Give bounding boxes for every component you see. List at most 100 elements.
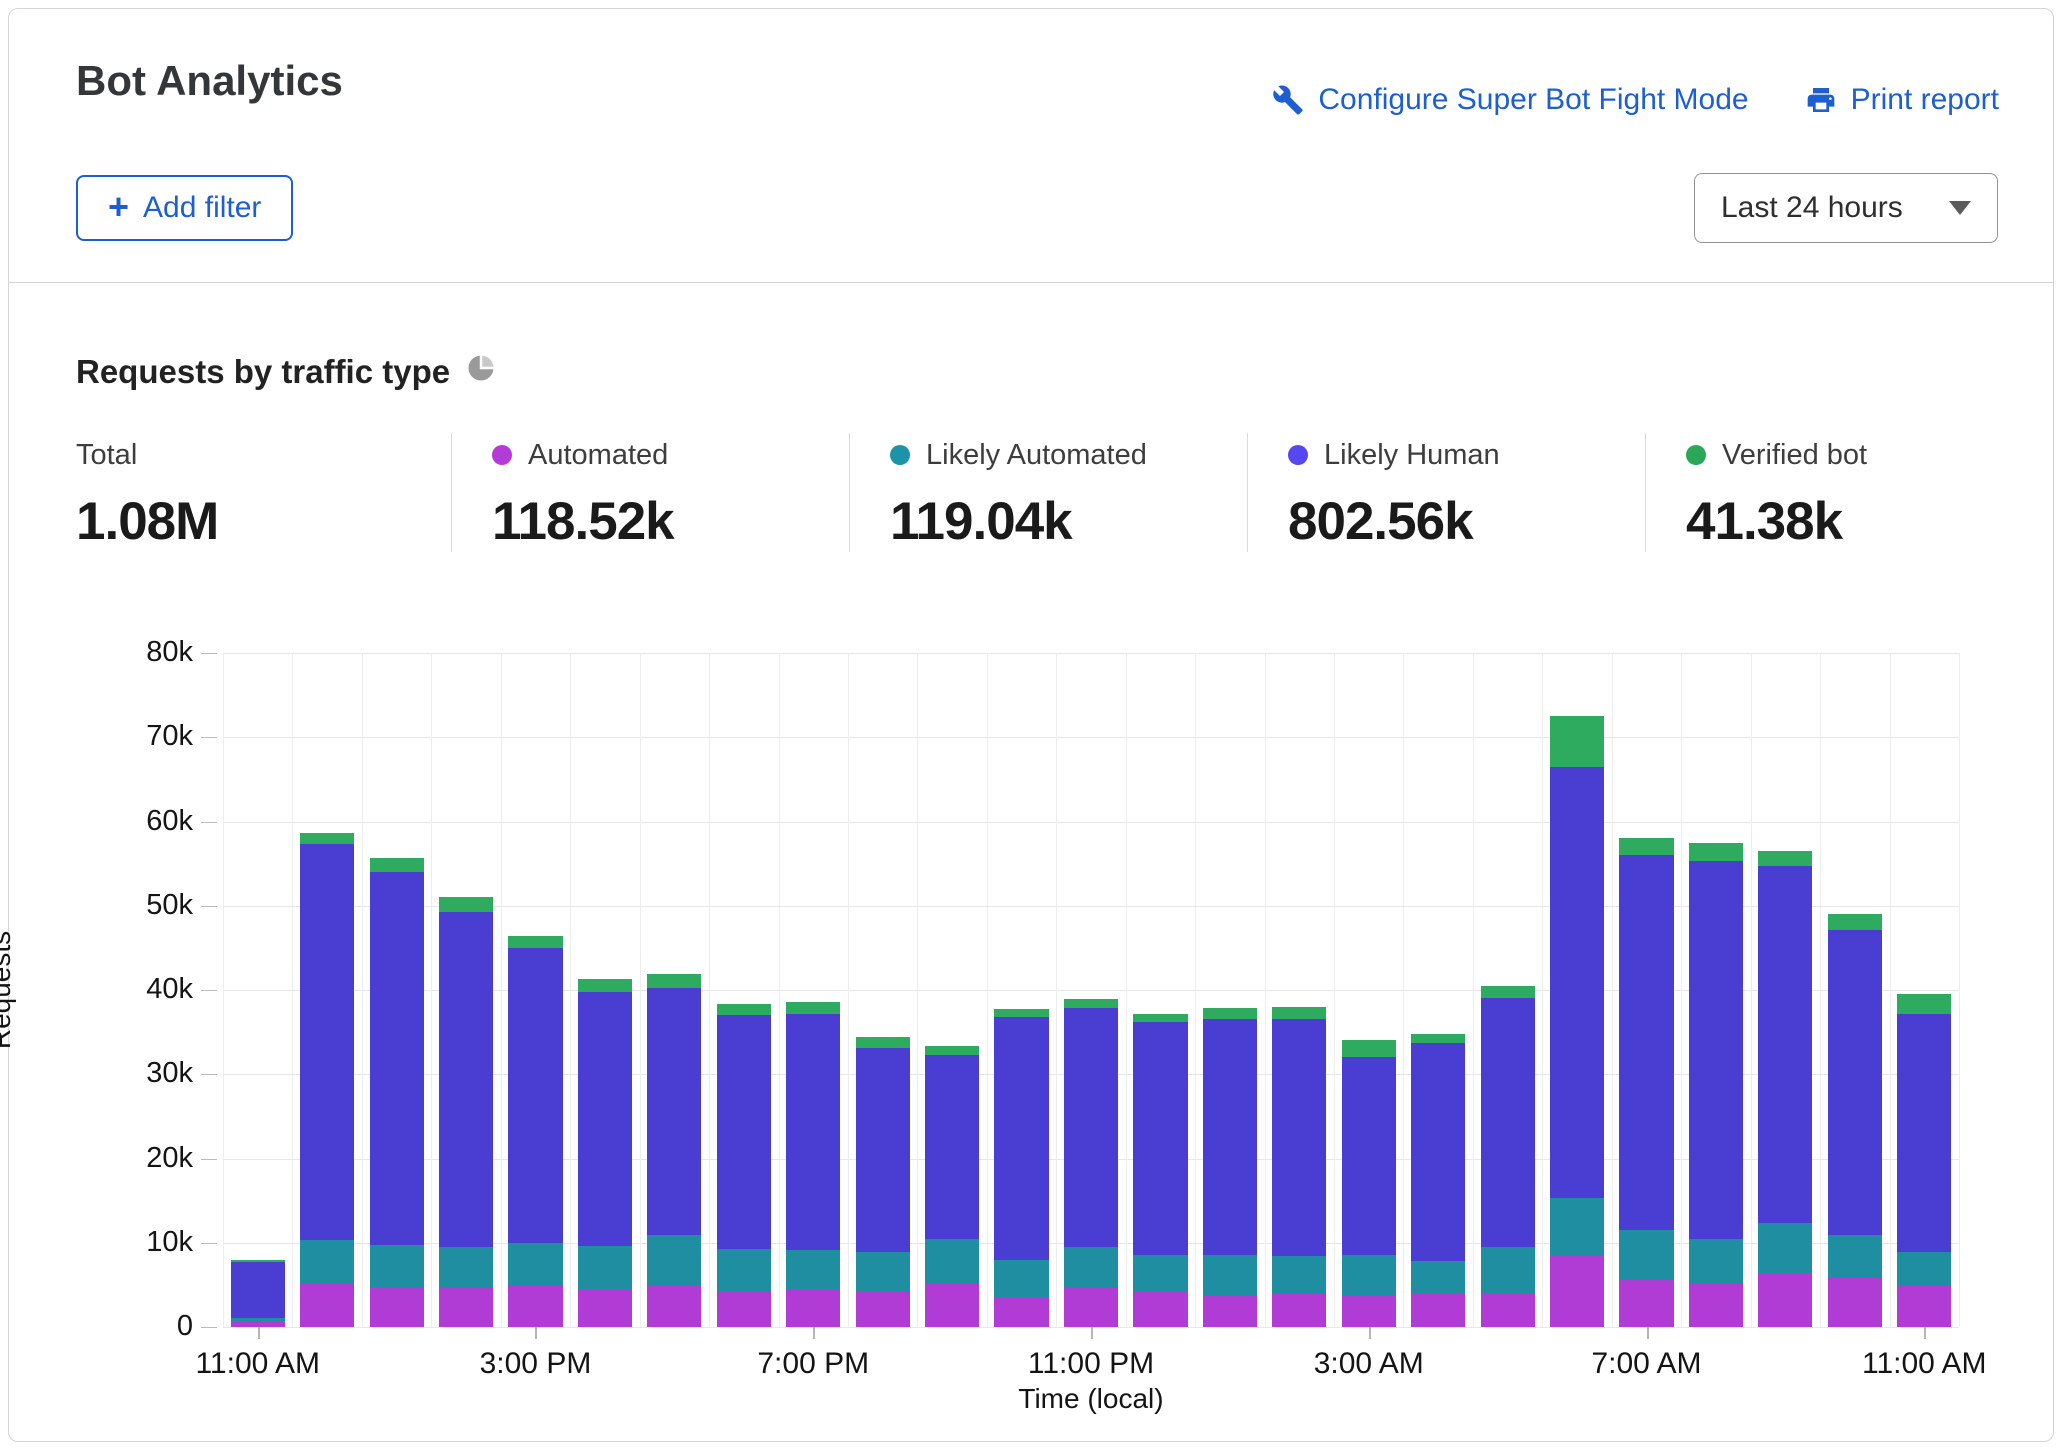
stat-label: Total: [76, 439, 137, 472]
bar-14-segment-likely-automated: [1133, 1255, 1187, 1293]
bar-7[interactable]: [647, 974, 701, 1327]
bar-2-segment-verified-bot: [300, 833, 354, 844]
bar-21-segment-verified-bot: [1619, 838, 1673, 855]
bar-7-segment-verified-bot: [647, 974, 701, 988]
stat-label: Likely Human: [1324, 439, 1500, 472]
y-tick-label: 80k: [89, 636, 193, 669]
bar-7-segment-likely-human: [647, 988, 701, 1235]
stat-likely-automated[interactable]: Likely Automated119.04k: [849, 433, 1247, 552]
bar-17[interactable]: [1342, 1040, 1396, 1327]
bar-12[interactable]: [994, 1009, 1048, 1327]
stat-likely-human[interactable]: Likely Human802.56k: [1247, 433, 1645, 552]
bar-3-segment-verified-bot: [370, 858, 424, 872]
wrench-icon: [1272, 84, 1304, 116]
gridline-x: [1126, 653, 1127, 1327]
bar-13-segment-automated: [1064, 1288, 1118, 1327]
gridline-x: [1265, 653, 1266, 1327]
bar-24[interactable]: [1828, 914, 1882, 1327]
gridline-y-70k: [223, 737, 1959, 738]
gridline-x: [362, 653, 363, 1327]
bar-21[interactable]: [1619, 838, 1673, 1327]
x-tick-5: [1647, 1327, 1649, 1339]
bar-20-segment-verified-bot: [1550, 716, 1604, 767]
bar-13-segment-likely-automated: [1064, 1247, 1118, 1288]
bar-13[interactable]: [1064, 999, 1118, 1327]
bar-20-segment-likely-automated: [1550, 1198, 1604, 1256]
bar-22[interactable]: [1689, 843, 1743, 1327]
chevron-down-icon: [1949, 201, 1971, 215]
gridline-x: [1056, 653, 1057, 1327]
stat-label-row: Likely Human: [1288, 433, 1645, 477]
gridline-y-80k: [223, 653, 1959, 654]
bar-18-segment-likely-human: [1411, 1043, 1465, 1261]
bar-5-segment-likely-automated: [508, 1243, 562, 1286]
bar-15-segment-verified-bot: [1203, 1008, 1257, 1019]
bar-10-segment-likely-human: [856, 1048, 910, 1252]
x-tick-label: 3:00 PM: [435, 1347, 635, 1381]
bar-4-segment-verified-bot: [439, 897, 493, 911]
stat-label-row: Total: [76, 433, 451, 477]
add-filter-button[interactable]: + Add filter: [76, 175, 293, 241]
gridline-x: [1334, 653, 1335, 1327]
bar-8-segment-likely-human: [717, 1015, 771, 1248]
bar-7-segment-likely-automated: [647, 1235, 701, 1286]
stat-verified-bot[interactable]: Verified bot41.38k: [1645, 433, 2043, 552]
bar-5[interactable]: [508, 936, 562, 1327]
bar-3[interactable]: [370, 858, 424, 1327]
bar-22-segment-likely-human: [1689, 861, 1743, 1238]
bar-10-segment-likely-automated: [856, 1252, 910, 1292]
plus-icon: +: [108, 189, 129, 225]
bar-23[interactable]: [1758, 851, 1812, 1327]
print-report-link[interactable]: Print report: [1805, 83, 1999, 117]
bar-8-segment-likely-automated: [717, 1249, 771, 1292]
x-tick-3: [1091, 1327, 1093, 1339]
print-link-label: Print report: [1851, 83, 1999, 117]
y-tick-label: 50k: [89, 889, 193, 922]
bar-19[interactable]: [1481, 986, 1535, 1327]
chart-plot: 010k20k30k40k50k60k70k80k11:00 AM3:00 PM…: [223, 653, 1959, 1327]
bar-23-segment-likely-human: [1758, 866, 1812, 1223]
bar-14[interactable]: [1133, 1014, 1187, 1327]
bar-24-segment-automated: [1828, 1278, 1882, 1327]
bar-20[interactable]: [1550, 716, 1604, 1327]
header-divider: [9, 282, 2053, 283]
bar-12-segment-verified-bot: [994, 1009, 1048, 1017]
bar-20-segment-automated: [1550, 1256, 1604, 1327]
bar-9-segment-automated: [786, 1289, 840, 1327]
time-range-value: Last 24 hours: [1721, 191, 1903, 225]
bar-4[interactable]: [439, 897, 493, 1327]
stat-total[interactable]: Total1.08M: [76, 433, 451, 552]
bar-2[interactable]: [300, 833, 354, 1327]
bar-24-segment-likely-automated: [1828, 1235, 1882, 1278]
bar-18[interactable]: [1411, 1034, 1465, 1327]
bar-1[interactable]: [231, 1260, 285, 1327]
bar-21-segment-automated: [1619, 1280, 1673, 1327]
bar-2-segment-likely-human: [300, 844, 354, 1240]
bar-9[interactable]: [786, 1002, 840, 1327]
bar-24-segment-likely-human: [1828, 930, 1882, 1235]
bar-11-segment-likely-automated: [925, 1239, 979, 1283]
bar-6[interactable]: [578, 979, 632, 1327]
time-range-select[interactable]: Last 24 hours: [1694, 173, 1998, 243]
y-tick-80k: [201, 653, 217, 654]
y-tick-40k: [201, 990, 217, 991]
pie-chart-icon: [466, 353, 496, 391]
bar-15-segment-likely-human: [1203, 1019, 1257, 1256]
stat-automated[interactable]: Automated118.52k: [451, 433, 849, 552]
bar-16-segment-likely-automated: [1272, 1256, 1326, 1294]
bar-25[interactable]: [1897, 994, 1951, 1327]
bar-11[interactable]: [925, 1046, 979, 1327]
bar-7-segment-automated: [647, 1286, 701, 1327]
stat-label: Verified bot: [1722, 439, 1867, 472]
gridline-x: [1473, 653, 1474, 1327]
gridline-x: [1820, 653, 1821, 1327]
bar-23-segment-likely-automated: [1758, 1223, 1812, 1273]
bar-8[interactable]: [717, 1004, 771, 1327]
bar-10[interactable]: [856, 1037, 910, 1327]
bar-15[interactable]: [1203, 1008, 1257, 1327]
bar-4-segment-likely-human: [439, 912, 493, 1247]
bar-16[interactable]: [1272, 1007, 1326, 1327]
bar-21-segment-likely-automated: [1619, 1230, 1673, 1280]
configure-super-bot-fight-mode-link[interactable]: Configure Super Bot Fight Mode: [1272, 83, 1748, 117]
bar-19-segment-verified-bot: [1481, 986, 1535, 999]
